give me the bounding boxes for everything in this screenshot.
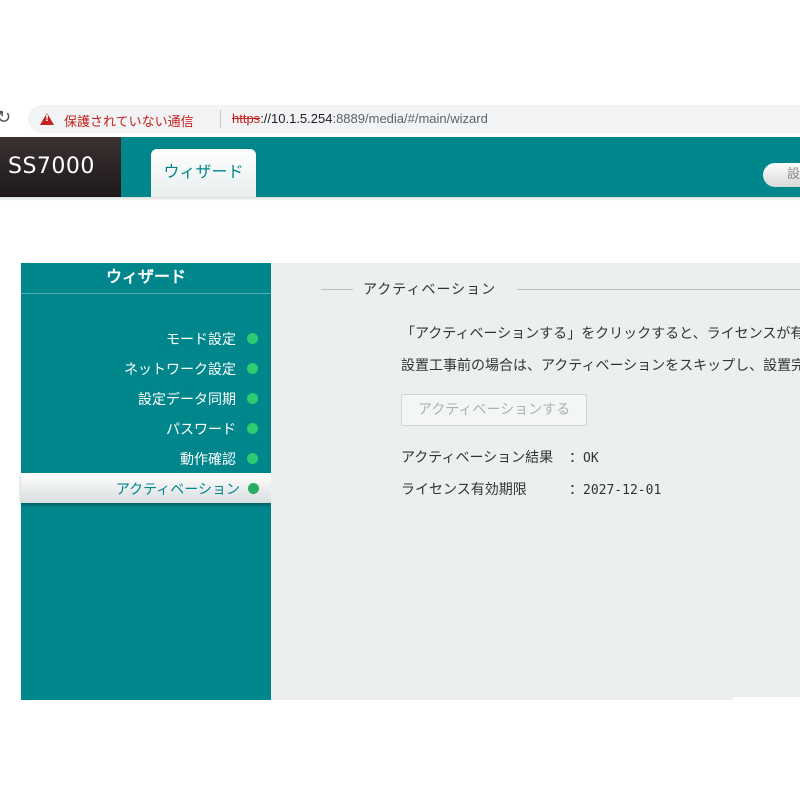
license-expiry-label: ライセンス有効期限 xyxy=(401,482,527,498)
description-line-2: 設置工事前の場合は、アクティベーションをスキップし、設置完 xyxy=(401,358,800,374)
activation-result-label: アクティベーション結果 xyxy=(401,450,554,466)
step-complete-icon xyxy=(248,483,259,494)
browser-address-bar: ↻ 保護されていない通信 https://10.1.5.254:8889/med… xyxy=(0,103,800,133)
step-complete-icon xyxy=(247,423,258,434)
settings-button[interactable]: 設 xyxy=(763,163,800,187)
security-warning[interactable]: 保護されていない通信 xyxy=(64,111,194,130)
license-expiry-row: ライセンス有効期限 ：2027-12-01 xyxy=(401,479,661,499)
omnibox-divider xyxy=(220,110,221,128)
step-complete-icon xyxy=(247,363,258,374)
step-network-settings[interactable]: ネットワーク設定 xyxy=(21,353,271,383)
header-shadow xyxy=(0,197,800,201)
wizard-steps: モード設定 ネットワーク設定 設定データ同期 パスワード 動作確認 アクティベー… xyxy=(21,323,283,503)
url-host: ://10.1.5.254 xyxy=(260,111,333,126)
step-password[interactable]: パスワード xyxy=(21,413,271,443)
app-header: SS7000 ウィザード 設 xyxy=(0,137,800,197)
section-divider-left xyxy=(321,289,353,290)
step-label: 設定データ同期 xyxy=(138,392,236,408)
step-label: パスワード xyxy=(166,422,236,438)
step-activation[interactable]: アクティベーション xyxy=(21,473,283,503)
step-complete-icon xyxy=(247,333,258,344)
separator: ： xyxy=(569,482,583,498)
wizard-sidebar: ウィザード モード設定 ネットワーク設定 設定データ同期 パスワード 動作確認 … xyxy=(21,263,283,700)
omnibox[interactable]: 保護されていない通信 https://10.1.5.254:8889/media… xyxy=(28,105,800,133)
warning-icon xyxy=(40,113,54,125)
main-panel: アクティベーション 「アクティベーションする」をクリックすると、ライセンスが有 … xyxy=(271,263,800,700)
step-config-sync[interactable]: 設定データ同期 xyxy=(21,383,271,413)
step-mode-settings[interactable]: モード設定 xyxy=(21,323,271,353)
step-complete-icon xyxy=(247,453,258,464)
activation-result-value: OK xyxy=(583,451,599,466)
step-label: 動作確認 xyxy=(180,452,236,468)
product-logo: SS7000 xyxy=(0,137,121,197)
panel-corner xyxy=(733,697,800,700)
url-path: :8889/media/#/main/wizard xyxy=(332,111,488,126)
url-protocol: https xyxy=(232,111,261,126)
step-label: ネットワーク設定 xyxy=(124,362,236,378)
step-complete-icon xyxy=(247,393,258,404)
tab-wizard[interactable]: ウィザード xyxy=(151,149,256,197)
section-title: アクティベーション xyxy=(363,282,497,298)
reload-icon[interactable]: ↻ xyxy=(0,108,16,128)
license-expiry-value: 2027-12-01 xyxy=(583,483,662,498)
step-label: アクティベーション xyxy=(115,482,240,498)
separator: ： xyxy=(569,450,583,466)
activate-button[interactable]: アクティベーションする xyxy=(401,394,587,426)
sidebar-title: ウィザード xyxy=(21,263,271,294)
step-label: モード設定 xyxy=(166,332,236,348)
activation-result-row: アクティベーション結果 ：OK xyxy=(401,447,599,467)
description-line-1: 「アクティベーションする」をクリックすると、ライセンスが有 xyxy=(401,326,800,342)
url-text[interactable]: https://10.1.5.254:8889/media/#/main/wiz… xyxy=(232,111,488,126)
step-operation-check[interactable]: 動作確認 xyxy=(21,443,271,473)
section-divider-right xyxy=(517,289,800,290)
